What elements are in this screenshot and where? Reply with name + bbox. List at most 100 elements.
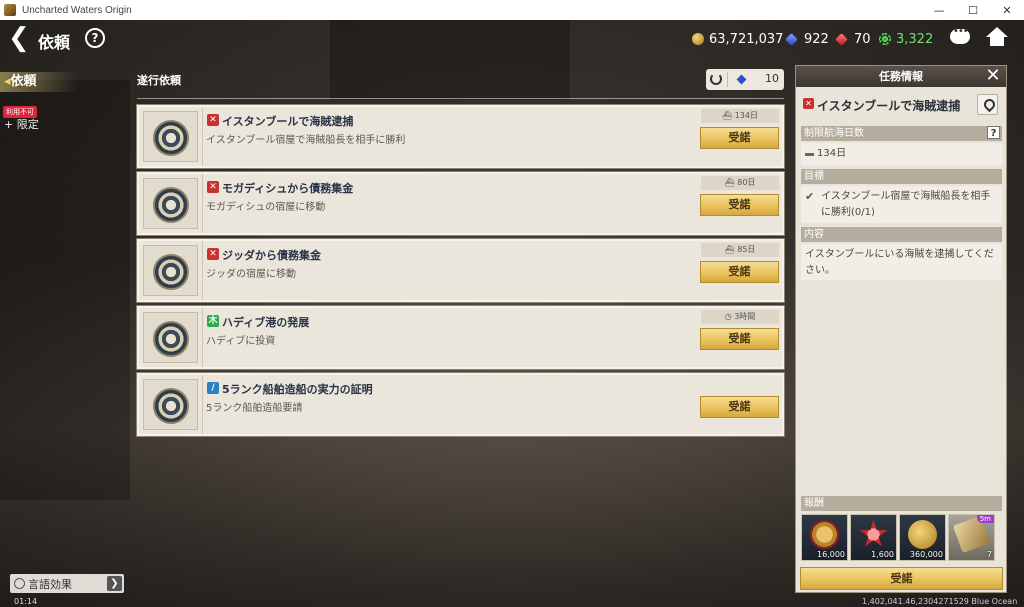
quest-description: 5ランク船舶造船要請 bbox=[206, 403, 303, 414]
gold-coin-icon bbox=[908, 520, 937, 549]
row-divider bbox=[202, 308, 203, 367]
content-text: イスタンブールにいる海賊を逮捕してください。 bbox=[805, 249, 994, 276]
mission-info-header: 任務情報 ✕ bbox=[796, 66, 1006, 87]
battle-type-icon: ✕ bbox=[207, 114, 219, 126]
close-window-button[interactable]: ✕ bbox=[990, 0, 1024, 20]
reward-section-header: 報酬 bbox=[801, 496, 1002, 511]
red-gem-icon bbox=[835, 32, 848, 46]
mission-info-title: 任務情報 bbox=[879, 70, 923, 83]
battle-type-icon: ✕ bbox=[207, 181, 219, 193]
ship-icon: ⛴ bbox=[724, 178, 738, 187]
reward-quantity: 7 bbox=[986, 550, 992, 559]
limit-section-label: 制限航海日数 bbox=[804, 128, 864, 139]
quest-description: イスタンブール宿屋で海賊船長を相手に勝利 bbox=[206, 135, 406, 146]
window-titlebar: Uncharted Waters Origin — ☐ ✕ bbox=[0, 0, 1024, 20]
quest-list-header: 遂行依頼 bbox=[137, 74, 181, 87]
quest-limit-value: 80日 bbox=[737, 178, 756, 187]
quest-row[interactable]: ✕ モガディシュから債務集金 モガディシュの宿屋に移動 ⛴ 80日 受諾 bbox=[137, 172, 784, 235]
compass-emblem-icon bbox=[153, 254, 189, 290]
reward-quantity: 360,000 bbox=[909, 550, 943, 559]
limit-days-value: 134日 bbox=[817, 148, 847, 159]
gold-amount: 63,721,037 bbox=[709, 31, 784, 47]
limit-help-icon[interactable]: ? bbox=[987, 126, 1000, 139]
quest-row[interactable]: ✕ イスタンブールで海賊逮捕 イスタンブール宿屋で海賊船長を相手に勝利 ⛴ 13… bbox=[137, 105, 784, 168]
page-title: 依頼 bbox=[38, 33, 71, 52]
accept-button[interactable]: 受諾 bbox=[700, 194, 779, 216]
reward-list: 16,000 1,600 360,000 5m 7 bbox=[801, 514, 1002, 562]
content-section-label: 内容 bbox=[804, 229, 824, 240]
quest-limit: ⛴ 134日 bbox=[701, 109, 779, 123]
accept-button[interactable]: 受諾 bbox=[700, 396, 779, 418]
accept-button[interactable]: 受諾 bbox=[700, 328, 779, 350]
quest-row[interactable]: 木 ハディブ港の発展 ハディブに投資 ◷ 3時間 受諾 bbox=[137, 306, 784, 369]
ship-icon: ⛴ bbox=[724, 245, 738, 254]
maximize-button[interactable]: ☐ bbox=[956, 0, 990, 20]
reward-quantity: 1,600 bbox=[871, 550, 894, 559]
duration-tag: 5m bbox=[976, 515, 994, 523]
quest-row[interactable]: ✕ ジッダから債務集金 ジッダの宿屋に移動 ⛴ 85日 受諾 bbox=[137, 239, 784, 302]
panel-accept-button[interactable]: 受諾 bbox=[800, 567, 1003, 590]
row-divider bbox=[202, 241, 203, 300]
quest-emblem-frame bbox=[143, 178, 198, 229]
quest-limit-value: 85日 bbox=[737, 245, 756, 254]
clock-icon: ◷ bbox=[724, 312, 735, 321]
goal-section-header: 目標 bbox=[801, 169, 1002, 184]
back-button[interactable]: ❮ bbox=[8, 25, 30, 52]
quest-description: ハディブに投資 bbox=[206, 336, 276, 347]
quest-row[interactable]: / 5ランク船舶造船の実力の証明 5ランク船舶造船要請 受諾 bbox=[137, 373, 784, 436]
quest-title: 5ランク船舶造船の実力の証明 bbox=[222, 383, 373, 396]
blue-gem-icon bbox=[736, 74, 747, 85]
blue-gem-icon bbox=[785, 32, 798, 46]
goal-text: イスタンブール宿屋で海賊船長を相手に勝利(0/1) bbox=[821, 191, 991, 218]
mission-info-panel: 任務情報 ✕ ✕ イスタンブールで海賊逮捕 制限航海日数 ? 134日 目標 ✔… bbox=[795, 65, 1007, 593]
minimize-button[interactable]: — bbox=[922, 0, 956, 20]
refresh-separator bbox=[727, 72, 728, 87]
star-badge-icon bbox=[859, 520, 888, 547]
row-divider bbox=[202, 174, 203, 233]
limit-section-header: 制限航海日数 ? bbox=[801, 126, 1002, 141]
accept-button[interactable]: 受諾 bbox=[700, 261, 779, 283]
ruby-amount: 70 bbox=[854, 31, 871, 47]
gold-coin-icon bbox=[692, 33, 704, 45]
shipbuilding-type-icon: / bbox=[207, 382, 219, 394]
chevron-right-icon: ❯ bbox=[107, 576, 122, 591]
reward-item-battle-star[interactable]: 1,600 bbox=[850, 514, 897, 561]
limit-section-body: 134日 bbox=[801, 143, 1002, 165]
ship-icon: ⛴ bbox=[722, 111, 735, 120]
top-bar: ❮ 依頼 ? 63,721,037 922 70 3,322 bbox=[0, 20, 1024, 60]
gem-currency: 922 bbox=[785, 31, 829, 47]
quest-emblem-frame bbox=[143, 245, 198, 296]
content-section-header: 内容 bbox=[801, 227, 1002, 242]
compass-emblem-icon bbox=[153, 321, 189, 357]
app-icon bbox=[4, 4, 16, 16]
sidebar-tab-quests[interactable]: ◂依頼 bbox=[0, 72, 78, 92]
medal-icon bbox=[810, 520, 839, 549]
location-pin-icon[interactable] bbox=[977, 94, 998, 115]
compass-emblem-icon bbox=[153, 120, 189, 156]
quest-title: モガディシュから債務集金 bbox=[222, 182, 354, 195]
quest-list-divider bbox=[137, 98, 784, 99]
chat-icon[interactable] bbox=[950, 26, 970, 44]
sidebar-item-limited[interactable]: + 限定 bbox=[4, 116, 39, 132]
quest-limit-value: 3時間 bbox=[734, 312, 756, 321]
gear-amount: 3,322 bbox=[896, 31, 934, 47]
accept-button[interactable]: 受諾 bbox=[700, 127, 779, 149]
help-button[interactable]: ? bbox=[85, 28, 105, 48]
check-icon: ✔ bbox=[805, 190, 815, 203]
refresh-quests-button[interactable]: 10 bbox=[706, 69, 784, 90]
home-icon[interactable] bbox=[986, 27, 1008, 47]
reward-section-label: 報酬 bbox=[804, 498, 824, 509]
sidebar-tab-label: 依頼 bbox=[10, 74, 37, 89]
reward-item-fame-medal[interactable]: 16,000 bbox=[801, 514, 848, 561]
compass-emblem-icon bbox=[153, 388, 189, 424]
reward-item-scroll[interactable]: 5m 7 bbox=[948, 514, 995, 561]
close-icon[interactable]: ✕ bbox=[984, 67, 1002, 85]
quest-emblem-frame bbox=[143, 379, 198, 430]
language-effect-button[interactable]: 言語効果 ❯ bbox=[10, 574, 124, 593]
refresh-icon bbox=[710, 73, 722, 85]
selected-quest-title: イスタンブールで海賊逮捕 bbox=[817, 99, 961, 113]
gear-icon bbox=[879, 33, 891, 45]
reward-item-ducats[interactable]: 360,000 bbox=[899, 514, 946, 561]
gear-currency: 3,322 bbox=[879, 31, 933, 47]
quest-limit: ◷ 3時間 bbox=[701, 310, 779, 324]
